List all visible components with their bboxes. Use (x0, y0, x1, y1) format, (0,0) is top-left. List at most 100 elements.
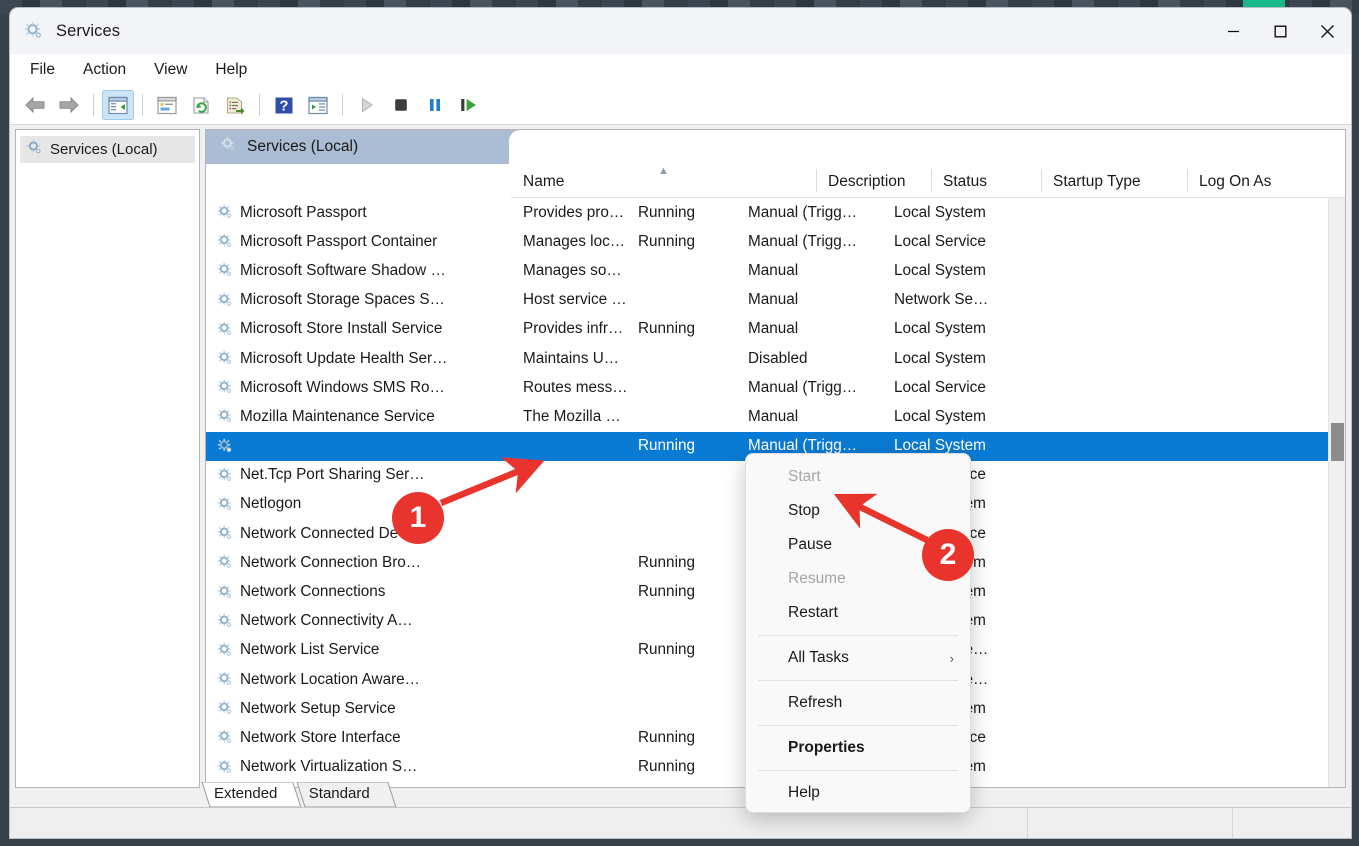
scrollbar-thumb[interactable] (1331, 423, 1344, 461)
toolbar-separator (259, 94, 260, 116)
close-button[interactable] (1304, 8, 1351, 54)
column-header-status[interactable]: Status (931, 164, 1041, 197)
service-gear-icon (217, 496, 234, 513)
pause-service-icon[interactable] (419, 90, 451, 120)
service-name-label: Microsoft Passport (240, 203, 367, 221)
cell-name: Microsoft Passport (206, 204, 511, 222)
restart-service-icon[interactable] (453, 90, 485, 120)
view-tab-standard[interactable]: Standard (295, 782, 398, 808)
cell-name: Network Connection Bro… (206, 554, 511, 572)
context-menu-item-properties[interactable]: Properties (746, 731, 970, 765)
table-row[interactable]: Microsoft Update Health Ser… Maintains U…… (206, 344, 1330, 373)
cell-status: Running (638, 583, 695, 601)
vertical-scrollbar[interactable] (1328, 198, 1345, 787)
context-menu-item-label: Restart (788, 604, 838, 621)
context-menu-item-stop[interactable]: Stop (746, 494, 970, 528)
service-gear-icon (217, 467, 234, 484)
cell-description: Host service … (523, 291, 626, 309)
menu-bar: File Action View Help (10, 54, 1351, 86)
show-hide-console-tree-icon[interactable] (102, 90, 134, 120)
cell-description: Maintains U… (523, 349, 620, 367)
pane-header: Services (Local) (206, 130, 1345, 164)
cell-log-on-as: Local System (894, 261, 986, 279)
table-row[interactable]: Mozilla Maintenance Service The Mozilla …… (206, 402, 1330, 431)
cell-log-on-as: Local System (894, 349, 986, 367)
cell-description: Routes mess… (523, 378, 626, 396)
cell-status: Running (638, 758, 695, 776)
service-gear-icon (217, 642, 234, 659)
service-name-label: Network List Service (240, 641, 380, 659)
menu-help[interactable]: Help (201, 58, 261, 82)
cell-name: Mozilla Maintenance Service (206, 408, 511, 426)
cell-name: Netlogon (206, 495, 511, 513)
service-gear-icon (217, 350, 234, 367)
export-list-icon[interactable] (219, 90, 251, 120)
cell-description: The Mozilla … (523, 407, 621, 425)
table-row[interactable]: Microsoft Store Install Service Provides … (206, 315, 1330, 344)
service-gear-icon (217, 584, 234, 601)
status-bar (10, 807, 1351, 838)
service-gear-icon (217, 525, 234, 542)
help-icon[interactable]: ? (268, 90, 300, 120)
window-controls (1210, 8, 1351, 54)
table-row[interactable]: Microsoft Windows SMS Ro… Routes mess… Man… (206, 373, 1330, 402)
forward-arrow-icon[interactable] (53, 90, 85, 120)
services-window: Services File Action View Help ? Service… (10, 8, 1351, 838)
cell-startup-type: Manual (748, 261, 799, 279)
menu-file[interactable]: File (24, 58, 69, 82)
table-row[interactable]: Microsoft Software Shadow … Manages so… Ma… (206, 256, 1330, 285)
context-menu-item-label: Pause (788, 536, 832, 553)
minimize-button[interactable] (1210, 8, 1257, 54)
tree-item-services-local[interactable]: Services (Local) (20, 136, 195, 163)
cell-name: Network Connected Dev… (206, 525, 511, 543)
show-hide-action-pane-icon[interactable] (302, 90, 334, 120)
cell-name: Network Store Interface (206, 729, 511, 747)
column-label: Description (828, 173, 906, 190)
stop-service-icon[interactable] (385, 90, 417, 120)
cell-status: Running (638, 320, 695, 338)
context-menu-item-restart[interactable]: Restart (746, 596, 970, 630)
properties-icon[interactable] (151, 90, 183, 120)
refresh-icon[interactable] (185, 90, 217, 120)
cell-startup-type: Disabled (748, 349, 808, 367)
context-menu-item-refresh[interactable]: Refresh (746, 686, 970, 720)
back-arrow-icon[interactable] (19, 90, 51, 120)
service-gear-icon (217, 700, 234, 717)
view-tab-extended[interactable]: Extended (200, 782, 303, 808)
toolbar-separator (142, 94, 143, 116)
column-header-log-on-as[interactable]: Log On As (1187, 164, 1337, 197)
annotation-marker-2: 2 (922, 529, 974, 581)
menu-view[interactable]: View (140, 58, 201, 82)
column-header-name[interactable]: ▲ Name (511, 164, 816, 197)
service-name-label: Network Setup Service (240, 699, 396, 717)
context-menu-item-all-tasks[interactable]: All Tasks › (746, 641, 970, 675)
service-name-label: Network Connection Bro… (240, 553, 422, 571)
cell-startup-type: Manual (Trigg… (748, 232, 858, 250)
service-gear-icon (217, 292, 234, 309)
context-menu-item-label: Properties (788, 739, 865, 756)
table-row[interactable]: Microsoft Passport Container Manages loc…… (206, 227, 1330, 256)
cell-description: Manages loc… (523, 232, 626, 250)
maximize-button[interactable] (1257, 8, 1304, 54)
cell-startup-type: Manual (Trigg… (748, 203, 858, 221)
column-header-startup-type[interactable]: Startup Type (1041, 164, 1187, 197)
context-menu-item-label: Help (788, 784, 820, 801)
cell-name: Network Location Aware… (206, 671, 511, 689)
service-gear-icon (217, 671, 234, 688)
service-gear-icon (217, 408, 234, 425)
start-service-icon[interactable] (351, 90, 383, 120)
context-menu-item-help[interactable]: Help (746, 776, 970, 810)
services-gear-icon (24, 21, 44, 41)
context-menu-item-label: Start (788, 468, 821, 485)
table-row[interactable]: Microsoft Storage Spaces S… Host service … (206, 286, 1330, 315)
service-gear-icon (217, 554, 234, 571)
cell-log-on-as: Local System (894, 407, 986, 425)
services-gear-icon (220, 136, 237, 158)
column-label: Log On As (1199, 173, 1272, 190)
table-row[interactable]: Microsoft Passport Provides pro… Running Ma… (206, 198, 1330, 227)
column-header-description[interactable]: Description (816, 164, 931, 197)
content-area: Services (Local) Services (Local) ▲ Name… (10, 125, 1351, 793)
context-menu-separator (758, 770, 958, 771)
cell-name: Network List Service (206, 641, 511, 659)
menu-action[interactable]: Action (69, 58, 140, 82)
